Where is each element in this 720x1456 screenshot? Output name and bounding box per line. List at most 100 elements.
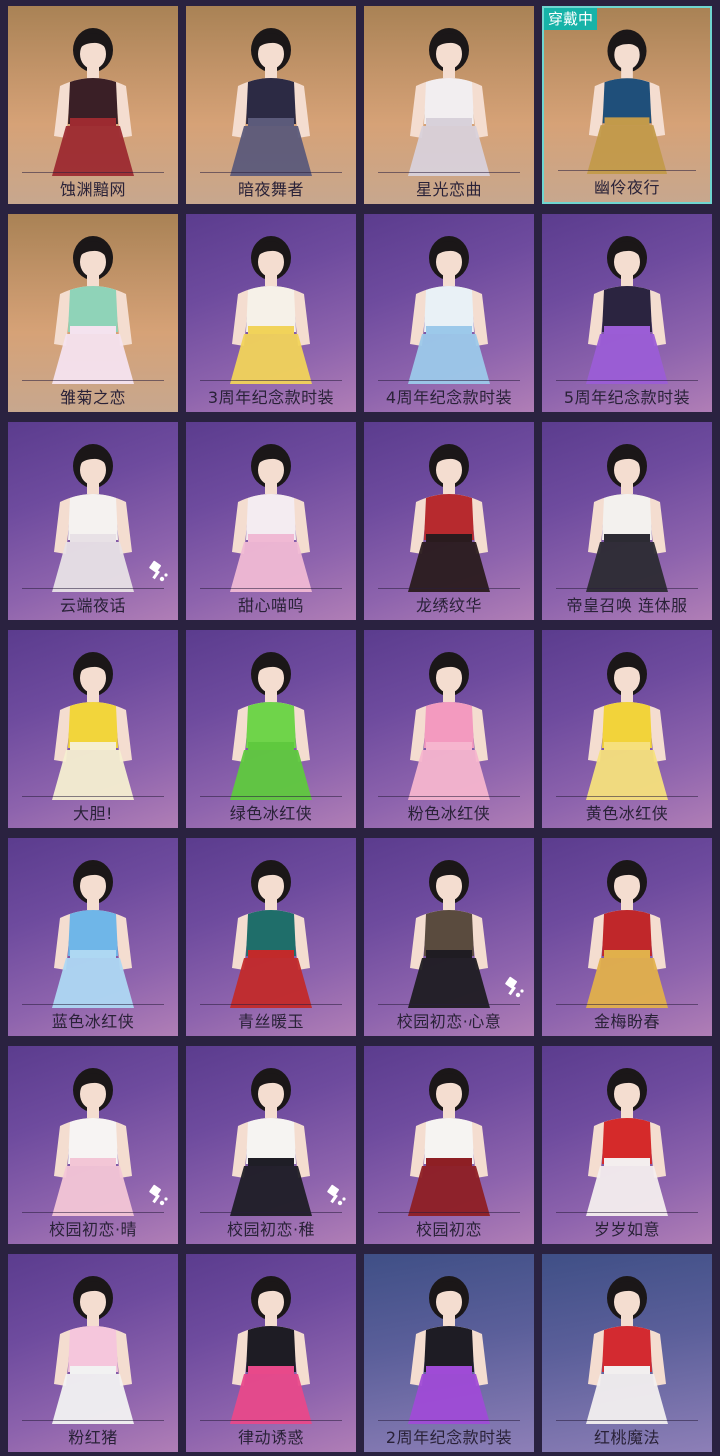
costume-preview-image [364, 1254, 534, 1424]
costume-preview-image [542, 630, 712, 800]
costume-name: 粉红猪 [68, 1428, 118, 1447]
costume-card[interactable]: 绿色冰红侠 [186, 630, 356, 828]
costume-name-bar: 蚀渊黯网 [8, 172, 178, 204]
costume-name: 蓝色冰红侠 [51, 1012, 135, 1031]
costume-preview-image [186, 422, 356, 592]
costume-card[interactable]: 4周年纪念款时装 [364, 214, 534, 412]
costume-name-bar: 大胆! [8, 796, 178, 828]
costume-name-bar: 校园初恋 [364, 1212, 534, 1244]
costume-card[interactable]: 龙绣纹华 [364, 422, 534, 620]
costume-preview-image [8, 214, 178, 384]
costume-name: 校园初恋 [415, 1220, 482, 1239]
costume-name: 大胆! [73, 804, 113, 823]
costume-card[interactable]: 3周年纪念款时装 [186, 214, 356, 412]
costume-preview-image [364, 422, 534, 592]
costume-name-bar: 校园初恋·心意 [364, 1004, 534, 1036]
costume-name-bar: 粉红猪 [8, 1420, 178, 1452]
costume-name-bar: 甜心喵呜 [186, 588, 356, 620]
costume-card[interactable]: 校园初恋·晴 [8, 1046, 178, 1244]
costume-name: 青丝暖玉 [237, 1012, 304, 1031]
costume-card[interactable]: 云端夜话 [8, 422, 178, 620]
costume-preview-image [364, 6, 534, 176]
costume-preview-image [186, 1254, 356, 1424]
costume-card[interactable]: 校园初恋 [364, 1046, 534, 1244]
costume-name: 金梅盼春 [593, 1012, 660, 1031]
costume-name: 黄色冰红侠 [585, 804, 669, 823]
costume-name-bar: 红桃魔法 [542, 1420, 712, 1452]
costume-name-bar: 龙绣纹华 [364, 588, 534, 620]
costume-preview-image [8, 6, 178, 176]
costume-name: 幽伶夜行 [593, 178, 660, 197]
costume-name: 蚀渊黯网 [59, 180, 126, 199]
costume-name-bar: 律动诱惑 [186, 1420, 356, 1452]
costume-card[interactable]: 金梅盼春 [542, 838, 712, 1036]
costume-preview-image [542, 422, 712, 592]
costume-card[interactable]: 蚀渊黯网 [8, 6, 178, 204]
costume-name-bar: 校园初恋·晴 [8, 1212, 178, 1244]
costume-card[interactable]: 粉红猪 [8, 1254, 178, 1452]
costume-card[interactable]: 星光恋曲 [364, 6, 534, 204]
costume-name-bar: 3周年纪念款时装 [186, 380, 356, 412]
costume-name: 校园初恋·稚 [226, 1220, 316, 1239]
costume-card[interactable]: 蓝色冰红侠 [8, 838, 178, 1036]
costume-preview-image [186, 630, 356, 800]
costume-card[interactable]: 帝皇召唤 连体服 [542, 422, 712, 620]
costume-card[interactable]: 暗夜舞者 [186, 6, 356, 204]
costume-preview-image [8, 1254, 178, 1424]
costume-name-bar: 暗夜舞者 [186, 172, 356, 204]
costume-name: 帝皇召唤 连体服 [566, 596, 688, 615]
costume-grid: 蚀渊黯网 暗夜舞者 星光恋曲 幽伶夜行 穿戴中雏菊之恋 3周年纪念款时装 4周年纪念款时装 5… [0, 0, 720, 1456]
dye-brush-icon [324, 1184, 348, 1208]
costume-preview-image [544, 8, 710, 174]
costume-card[interactable]: 红桃魔法 [542, 1254, 712, 1452]
costume-card[interactable]: 甜心喵呜 [186, 422, 356, 620]
costume-preview-image [364, 214, 534, 384]
costume-name-bar: 青丝暖玉 [186, 1004, 356, 1036]
costume-name-bar: 绿色冰红侠 [186, 796, 356, 828]
costume-name: 雏菊之恋 [59, 388, 126, 407]
dye-brush-icon [502, 976, 526, 1000]
costume-name: 校园初恋·晴 [48, 1220, 138, 1239]
costume-name-bar: 4周年纪念款时装 [364, 380, 534, 412]
costume-preview-image [186, 214, 356, 384]
costume-name-bar: 粉色冰红侠 [364, 796, 534, 828]
costume-card[interactable]: 雏菊之恋 [8, 214, 178, 412]
costume-preview-image [364, 630, 534, 800]
costume-name-bar: 校园初恋·稚 [186, 1212, 356, 1244]
costume-card[interactable]: 2周年纪念款时装 [364, 1254, 534, 1452]
costume-preview-image [542, 1046, 712, 1216]
dye-brush-icon [146, 560, 170, 584]
costume-name: 红桃魔法 [593, 1428, 660, 1447]
costume-preview-image [8, 838, 178, 1008]
costume-name: 星光恋曲 [415, 180, 482, 199]
costume-preview-image [364, 1046, 534, 1216]
costume-card[interactable]: 校园初恋·稚 [186, 1046, 356, 1244]
costume-card[interactable]: 5周年纪念款时装 [542, 214, 712, 412]
equipped-badge: 穿戴中 [544, 8, 598, 30]
costume-name: 粉色冰红侠 [407, 804, 491, 823]
costume-name-bar: 黄色冰红侠 [542, 796, 712, 828]
costume-name-bar: 云端夜话 [8, 588, 178, 620]
costume-preview-image [8, 630, 178, 800]
costume-preview-image [542, 838, 712, 1008]
costume-card[interactable]: 黄色冰红侠 [542, 630, 712, 828]
costume-name-bar: 2周年纪念款时装 [364, 1420, 534, 1452]
costume-card[interactable]: 幽伶夜行 穿戴中 [542, 6, 712, 204]
costume-name: 律动诱惑 [237, 1428, 304, 1447]
costume-name: 云端夜话 [59, 596, 126, 615]
costume-card[interactable]: 粉色冰红侠 [364, 630, 534, 828]
costume-card[interactable]: 青丝暖玉 [186, 838, 356, 1036]
costume-card[interactable]: 律动诱惑 [186, 1254, 356, 1452]
costume-preview-image [186, 6, 356, 176]
costume-name-bar: 雏菊之恋 [8, 380, 178, 412]
costume-name-bar: 金梅盼春 [542, 1004, 712, 1036]
costume-name-bar: 幽伶夜行 [544, 170, 710, 202]
costume-card[interactable]: 岁岁如意 [542, 1046, 712, 1244]
costume-name: 甜心喵呜 [237, 596, 304, 615]
costume-name: 暗夜舞者 [237, 180, 304, 199]
costume-name: 岁岁如意 [593, 1220, 660, 1239]
costume-name: 校园初恋·心意 [396, 1012, 502, 1031]
costume-card[interactable]: 大胆! [8, 630, 178, 828]
costume-card[interactable]: 校园初恋·心意 [364, 838, 534, 1036]
costume-name: 5周年纪念款时装 [563, 388, 691, 407]
